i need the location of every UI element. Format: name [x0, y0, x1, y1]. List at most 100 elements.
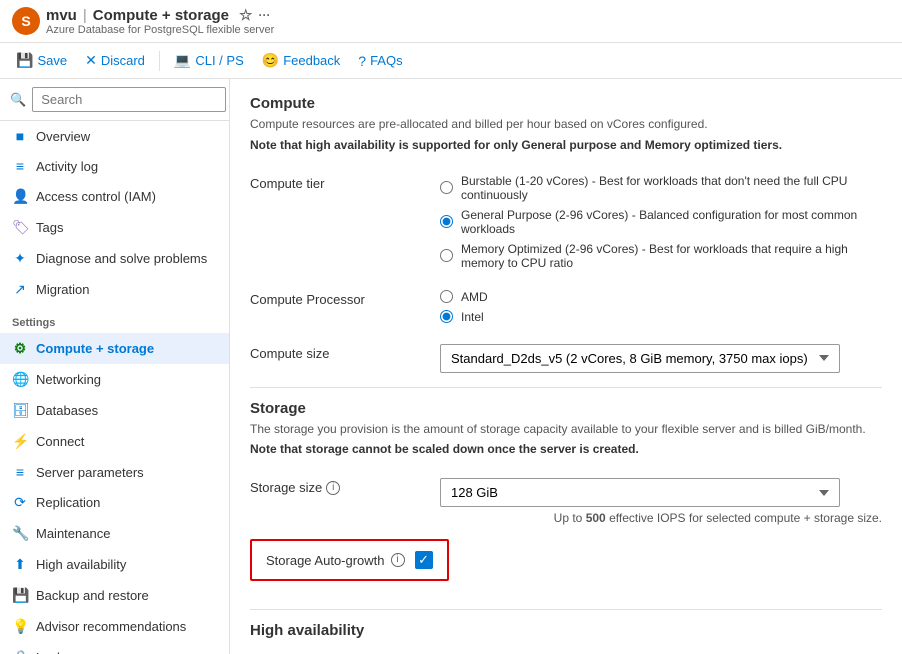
cli-icon: 💻 [174, 52, 191, 69]
server-params-icon: ≡ [12, 464, 28, 480]
app-title: mvu | Compute + storage ☆ ··· [46, 6, 890, 24]
ha-section: High availability [250, 622, 882, 639]
sidebar-item-server-parameters[interactable]: ≡ Server parameters [0, 457, 229, 487]
databases-icon: 🗄 [12, 402, 28, 419]
main-layout: 🔍 « ■ Overview ≡ Activity log 👤 Access c… [0, 79, 902, 654]
tags-icon: 🏷 [12, 219, 28, 236]
autogrowth-box: Storage Auto-growth i ✓ [250, 539, 449, 581]
toolbar-sep1 [159, 51, 160, 71]
storage-section: Storage The storage you provision is the… [250, 400, 882, 459]
sidebar-item-high-availability[interactable]: ⬆ High availability [0, 549, 229, 580]
radio-general-input[interactable] [440, 215, 453, 228]
radio-general: General Purpose (2-96 vCores) - Balanced… [440, 208, 882, 236]
sidebar-item-advisor[interactable]: 💡 Advisor recommendations [0, 611, 229, 642]
overview-icon: ■ [12, 128, 28, 144]
processor-options: AMD Intel [440, 290, 882, 330]
page-title: Compute + storage [93, 7, 229, 24]
radio-burstable: Burstable (1-20 vCores) - Best for workl… [440, 174, 882, 202]
cli-ps-button[interactable]: 💻 CLI / PS [166, 48, 252, 73]
storage-size-field: 128 GiB Up to 500 effective IOPS for sel… [440, 478, 882, 525]
sidebar-item-connect[interactable]: ⚡ Connect [0, 426, 229, 457]
radio-memory: Memory Optimized (2-96 vCores) - Best fo… [440, 242, 882, 270]
storage-desc1: The storage you provision is the amount … [250, 421, 882, 438]
radio-amd: AMD [440, 290, 882, 304]
content-area: Compute Compute resources are pre-alloca… [230, 79, 902, 654]
radio-amd-input[interactable] [440, 290, 453, 303]
save-button[interactable]: 💾 Save [8, 48, 75, 73]
sidebar-item-databases[interactable]: 🗄 Databases [0, 395, 229, 426]
maintenance-icon: 🔧 [12, 525, 28, 542]
search-input[interactable] [32, 87, 226, 112]
backup-icon: 💾 [12, 587, 28, 604]
locks-icon: 🔒 [12, 649, 28, 654]
diagnose-icon: ✦ [12, 250, 28, 267]
compute-desc1: Compute resources are pre-allocated and … [250, 116, 882, 133]
star-icon[interactable]: ☆ [239, 6, 252, 24]
sidebar-item-locks[interactable]: 🔒 Locks [0, 642, 229, 654]
sidebar-item-overview[interactable]: ■ Overview [0, 121, 229, 151]
storage-title: Storage [250, 400, 882, 417]
app-subtitle: Azure Database for PostgreSQL flexible s… [46, 24, 890, 36]
compute-tier-row: Compute tier Burstable (1-20 vCores) - B… [250, 174, 882, 276]
divider1 [250, 387, 882, 388]
sidebar-item-diagnose[interactable]: ✦ Diagnose and solve problems [0, 243, 229, 274]
networking-icon: 🌐 [12, 371, 28, 388]
autogrowth-label: Storage Auto-growth i [266, 553, 405, 568]
sidebar-item-access-control[interactable]: 👤 Access control (IAM) [0, 181, 229, 212]
replication-icon: ⟳ [12, 494, 28, 511]
feedback-button[interactable]: 😊 Feedback [254, 48, 349, 73]
compute-desc2: Note that high availability is supported… [250, 137, 882, 154]
storage-size-label: Storage size i [250, 478, 420, 495]
iops-note: Up to 500 effective IOPS for selected co… [440, 511, 882, 525]
sidebar-item-backup-restore[interactable]: 💾 Backup and restore [0, 580, 229, 611]
migration-icon: ↗ [12, 281, 28, 298]
search-box: 🔍 « [0, 79, 229, 121]
more-icon[interactable]: ··· [258, 8, 270, 22]
compute-tier-options: Burstable (1-20 vCores) - Best for workl… [440, 174, 882, 276]
processor-label: Compute Processor [250, 290, 420, 307]
compute-storage-icon: ⚙ [12, 340, 28, 357]
sidebar-item-maintenance[interactable]: 🔧 Maintenance [0, 518, 229, 549]
sidebar-item-migration[interactable]: ↗ Migration [0, 274, 229, 305]
compute-title: Compute [250, 95, 882, 112]
compute-size-select[interactable]: Standard_D2ds_v5 (2 vCores, 8 GiB memory… [440, 344, 840, 373]
storage-size-select[interactable]: 128 GiB [440, 478, 840, 507]
advisor-icon: 💡 [12, 618, 28, 635]
autogrowth-row: Storage Auto-growth i ✓ [250, 539, 882, 595]
autogrowth-checkbox[interactable]: ✓ [415, 551, 433, 569]
sidebar-item-compute-storage[interactable]: ⚙ Compute + storage [0, 333, 229, 364]
sidebar-item-networking[interactable]: 🌐 Networking [0, 364, 229, 395]
autogrowth-info-icon[interactable]: i [391, 553, 405, 567]
discard-button[interactable]: ✕ Discard [77, 48, 153, 73]
radio-intel: Intel [440, 310, 882, 324]
app-icon: S [12, 7, 40, 35]
sidebar-item-replication[interactable]: ⟳ Replication [0, 487, 229, 518]
storage-desc2: Note that storage cannot be scaled down … [250, 441, 882, 458]
divider2 [250, 609, 882, 610]
access-control-icon: 👤 [12, 188, 28, 205]
storage-size-info-icon[interactable]: i [326, 481, 340, 495]
high-avail-icon: ⬆ [12, 556, 28, 573]
app-name: mvu [46, 7, 77, 24]
compute-size-row: Compute size Standard_D2ds_v5 (2 vCores,… [250, 344, 882, 373]
top-header: S mvu | Compute + storage ☆ ··· Azure Da… [0, 0, 902, 43]
search-icon: 🔍 [10, 92, 26, 108]
compute-section: Compute Compute resources are pre-alloca… [250, 95, 882, 154]
save-icon: 💾 [16, 52, 33, 69]
sidebar-item-tags[interactable]: 🏷 Tags [0, 212, 229, 243]
radio-burstable-input[interactable] [440, 181, 453, 194]
activity-log-icon: ≡ [12, 158, 28, 174]
title-separator: | [83, 7, 87, 24]
faqs-button[interactable]: ? FAQs [350, 49, 410, 73]
storage-size-row: Storage size i 128 GiB Up to 500 effecti… [250, 478, 882, 525]
compute-size-dropdown: Standard_D2ds_v5 (2 vCores, 8 GiB memory… [440, 344, 882, 373]
faqs-icon: ? [358, 53, 366, 69]
ha-title: High availability [250, 622, 882, 639]
sidebar-item-activity-log[interactable]: ≡ Activity log [0, 151, 229, 181]
compute-tier-label: Compute tier [250, 174, 420, 191]
compute-size-label: Compute size [250, 344, 420, 361]
radio-intel-input[interactable] [440, 310, 453, 323]
radio-memory-input[interactable] [440, 249, 453, 262]
connect-icon: ⚡ [12, 433, 28, 450]
breadcrumb-area: mvu | Compute + storage ☆ ··· Azure Data… [46, 6, 890, 36]
